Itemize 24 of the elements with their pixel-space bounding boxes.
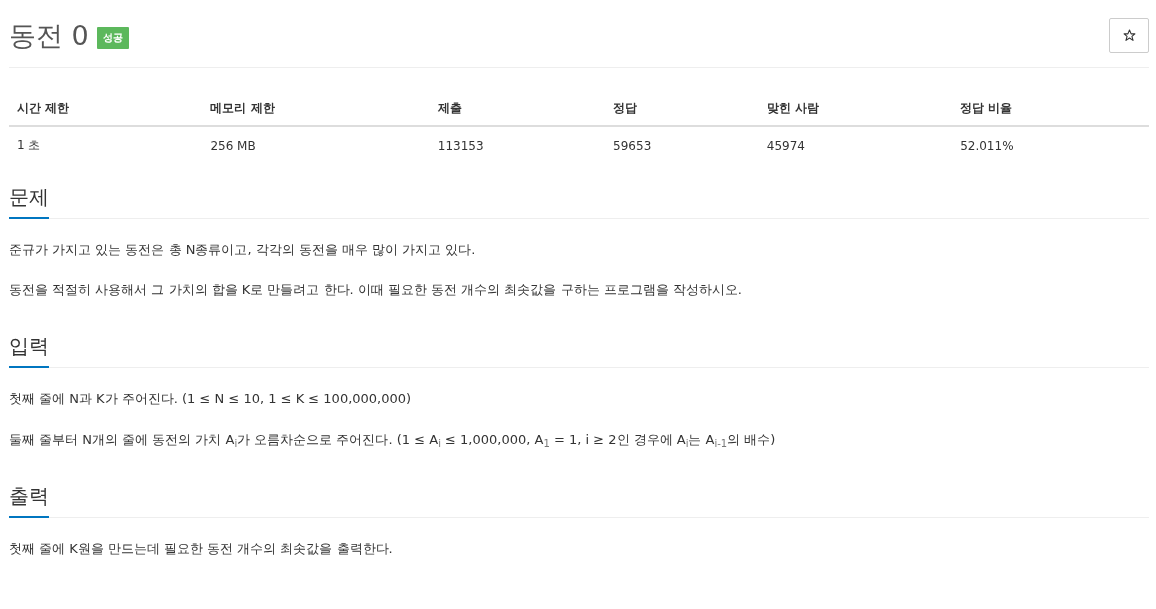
section-heading: 입력 xyxy=(9,333,49,369)
column-header: 메모리 제한 xyxy=(202,92,430,126)
column-header: 맞힌 사람 xyxy=(758,92,953,126)
column-header: 시간 제한 xyxy=(9,92,203,126)
favorite-button[interactable] xyxy=(1109,18,1149,53)
column-header: 정답 비율 xyxy=(952,92,1149,126)
table-cell: 59653 xyxy=(605,126,759,164)
paragraph: 첫째 줄에 K원을 만드는데 필요한 동전 개수의 최솟값을 출력한다. xyxy=(9,539,394,558)
table-cell: 1 초 xyxy=(9,126,203,164)
table-cell: 52.011% xyxy=(952,126,1149,164)
paragraph: 첫째 줄에 N과 K가 주어진다. (1 ≤ N ≤ 10, 1 ≤ K ≤ 100,000,000) xyxy=(9,390,413,409)
paragraph: 둘째 줄부터 N개의 줄에 동전의 가치 A$_{i}$가 오름차순으로 주어진다. (1 ≤ A$_{i}$ ≤ 1,000,000, A$_{1}$ = 1, i ≥ 2인 경우에 A$_{i}$는 A$_{i-1}$의 배수) xyxy=(9,430,777,449)
table-cell: 256 MB xyxy=(202,126,430,164)
table-cell: 113153 xyxy=(429,126,606,164)
status-badge: 성공 xyxy=(96,26,129,49)
table-cell: 45974 xyxy=(758,126,953,164)
paragraph: 준규가 가지고 있는 동전은 총 N종류이고, 각각의 동전을 매우 많이 가지고 있다. xyxy=(9,241,477,259)
section-heading: 출력 xyxy=(9,482,49,518)
problem-title: 동전 0 xyxy=(9,20,89,51)
column-header: 제출 xyxy=(429,92,606,126)
paragraph: 동전을 적절히 사용해서 그 가치의 합을 K로 만들려고 한다. 이때 필요한 동전 개수의 최솟값을 구하는 프로그램을 작성하시오. xyxy=(9,281,743,300)
column-header: 정답 xyxy=(605,92,759,126)
section-heading: 문제 xyxy=(9,184,49,219)
star-icon xyxy=(1122,29,1136,42)
